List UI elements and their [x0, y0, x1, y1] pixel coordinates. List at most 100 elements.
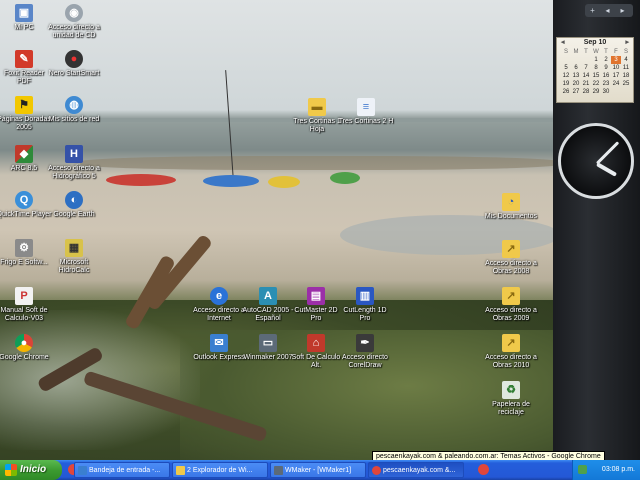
- calendar-weekday: T: [604, 49, 608, 55]
- taskbar-button-chrome[interactable]: pescaenkayak.com &...: [368, 462, 464, 478]
- yellow-pages-icon: ⚑: [15, 96, 33, 114]
- calendar-weekday: M: [573, 49, 579, 55]
- desktop-icon-tresc1[interactable]: ▬ Tres Cortinas 1 Hoja: [289, 98, 345, 134]
- calendar-day[interactable]: 8: [591, 64, 601, 72]
- desktop-icon-hid[interactable]: H Acceso directo a Hidrográfico 5: [46, 145, 102, 181]
- desktop-icon-papelera[interactable]: ♻ Papelera de reciclaje: [483, 381, 539, 417]
- desktop-icon-hidrocalc[interactable]: ▦ Microsoft HidroCalc: [46, 239, 102, 275]
- cutmaster-icon: ▤: [307, 287, 325, 305]
- calendar-weekday: T: [584, 49, 588, 55]
- calendar-prev-icon[interactable]: ◂: [561, 38, 565, 48]
- calendar-day[interactable]: 4: [621, 56, 631, 64]
- my-documents-icon: ◔: [502, 193, 520, 211]
- cutlength-icon: ▥: [356, 287, 374, 305]
- calendar-grid: S M T W T F S 1 2 3 4 5 6 7 8 9 10 11 12 13 14 15 16 17 18 19 20 21…: [561, 48, 633, 96]
- calendar-day[interactable]: 2: [601, 56, 611, 64]
- desktop-icon-quicktime[interactable]: Q QuickTime Player: [0, 191, 52, 219]
- calendar-next-icon[interactable]: ▸: [625, 38, 629, 48]
- system-tray: 03:08 p.m.: [572, 460, 640, 480]
- taskbar-clock[interactable]: 03:08 p.m.: [602, 460, 635, 480]
- folder-shortcut-icon: ↗: [502, 334, 520, 352]
- window-icon: ▭: [259, 334, 277, 352]
- desktop-icon-ie[interactable]: e Acceso directo a Internet: [191, 287, 247, 323]
- calendar-day[interactable]: 3: [611, 56, 621, 64]
- desktop-icon-arc[interactable]: ◆ ARC 8.5: [0, 145, 52, 173]
- sidebar-next-button[interactable]: ▸: [615, 4, 630, 17]
- calendar-day[interactable]: 7: [581, 64, 591, 72]
- desktop-icon-obras2009[interactable]: ↗ Acceso directo a Obras 2009: [483, 287, 539, 323]
- calendar-day[interactable]: 5: [561, 64, 571, 72]
- calendar-day[interactable]: 1: [591, 56, 601, 64]
- autocad-icon: A: [259, 287, 277, 305]
- window-icon: [274, 466, 283, 475]
- desktop-icon-paginas[interactable]: ⚑ Páginas Doradas 2005: [0, 96, 52, 132]
- calendar-day: [561, 56, 571, 64]
- desktop-icon-obras2010[interactable]: ↗ Acceso directo a Obras 2010: [483, 334, 539, 370]
- calendar-day: [581, 56, 591, 64]
- sidebar-controls: + ◂ ▸: [585, 4, 633, 17]
- calendar-day[interactable]: 11: [621, 64, 631, 72]
- calendar-day[interactable]: 28: [581, 88, 591, 96]
- calendar-day: [621, 88, 631, 96]
- calendar-day[interactable]: 9: [601, 64, 611, 72]
- arc-icon: ◆: [15, 145, 33, 163]
- calendar-day[interactable]: 6: [571, 64, 581, 72]
- hour-hand: [596, 162, 618, 177]
- minute-hand: [595, 141, 620, 165]
- desktop-icon-cutlength[interactable]: ▥ CutLength 1D Pro: [337, 287, 393, 323]
- tool-icon: ⚙: [15, 239, 33, 257]
- calendar-weekday: W: [593, 49, 599, 55]
- desktop-icon-frigo[interactable]: ⚙ Frigo E Softw...: [0, 239, 52, 267]
- desktop-icon-obras2008[interactable]: ↗ Acceso directo a Obras 2008: [483, 240, 539, 276]
- calendar-day[interactable]: 12: [561, 72, 571, 80]
- taskbar: Inicio Bandeja de entrada -... 2 Explora…: [0, 460, 640, 480]
- calendar-day[interactable]: 13: [571, 72, 581, 80]
- desktop-icon-red[interactable]: ◍ Mis sitios de red: [46, 96, 102, 124]
- desktop-icon-manual[interactable]: P Manual Soft de Calculo-V03: [0, 287, 52, 323]
- taskbar-button-bandeja[interactable]: Bandeja de entrada -...: [74, 462, 170, 478]
- calendar-day[interactable]: 10: [611, 64, 621, 72]
- calendar-day[interactable]: 27: [571, 88, 581, 96]
- calendar-day[interactable]: 30: [601, 88, 611, 96]
- desktop-icon-tresc2[interactable]: ≡ Tres Cortinas 2 H: [338, 98, 394, 126]
- calendar-day[interactable]: 17: [611, 72, 621, 80]
- desktop-icon-cutmaster[interactable]: ▤ CutMaster 2D Pro: [288, 287, 344, 323]
- calendar-day[interactable]: 26: [561, 88, 571, 96]
- calendar-day[interactable]: 23: [601, 80, 611, 88]
- chrome-tray-icon[interactable]: [478, 464, 489, 475]
- taskbar-button-explorador[interactable]: 2 Explorador de Wi...: [172, 462, 268, 478]
- calendar-day[interactable]: 22: [591, 80, 601, 88]
- calendar-day[interactable]: 18: [621, 72, 631, 80]
- calc-icon: ▦: [65, 239, 83, 257]
- desktop-icon-outlook[interactable]: ✉ Outlook Express: [191, 334, 247, 362]
- cd-drive-icon: ◉: [65, 4, 83, 22]
- desktop-icon-chrome[interactable]: ● Google Chrome: [0, 334, 52, 362]
- desktop-icon-foxit[interactable]: ✎ Foxit Reader PDF: [0, 50, 52, 86]
- desktop-icon-nero[interactable]: ● Nero StartSmart: [46, 50, 102, 78]
- calendar-day[interactable]: 21: [581, 80, 591, 88]
- desktop-icon-acceso-cd[interactable]: ◉ Acceso directo a unidad de CD: [46, 4, 102, 40]
- sidebar-prev-button[interactable]: ◂: [600, 4, 615, 17]
- desktop-icon-misdocs[interactable]: ◔ Mis Documentos: [483, 193, 539, 221]
- calendar-day[interactable]: 16: [601, 72, 611, 80]
- calendar-day[interactable]: 15: [591, 72, 601, 80]
- desktop-icon-softcalc[interactable]: ⌂ Soft De Calculo Alt.: [288, 334, 344, 370]
- calendar-gadget[interactable]: ◂ Sep 10 ▸ S M T W T F S 1 2 3 4 5 6 7 8 9 10 11 12 13 14 15 1…: [556, 37, 634, 103]
- outlook-icon: ✉: [210, 334, 228, 352]
- calendar-day[interactable]: 20: [571, 80, 581, 88]
- desktop-icon-coreldraw[interactable]: ✒ Acceso directo CorelDraw: [337, 334, 393, 370]
- add-gadget-button[interactable]: +: [585, 4, 600, 17]
- desktop-icon-earth[interactable]: ◐ Google Earth: [46, 191, 102, 219]
- h-app-icon: H: [65, 145, 83, 163]
- desktop-icon-mi-pc[interactable]: ▣ Mi PC: [0, 4, 52, 32]
- calendar-day[interactable]: 25: [621, 80, 631, 88]
- clock-gadget[interactable]: [558, 123, 634, 199]
- start-button[interactable]: Inicio: [0, 460, 62, 480]
- calendar-day[interactable]: 29: [591, 88, 601, 96]
- outlook-icon: [78, 466, 87, 475]
- calendar-day[interactable]: 24: [611, 80, 621, 88]
- taskbar-button-wmaker[interactable]: WMaker - [WMaker1]: [270, 462, 366, 478]
- network-tray-icon[interactable]: [578, 465, 587, 474]
- calendar-day[interactable]: 19: [561, 80, 571, 88]
- calendar-day[interactable]: 14: [581, 72, 591, 80]
